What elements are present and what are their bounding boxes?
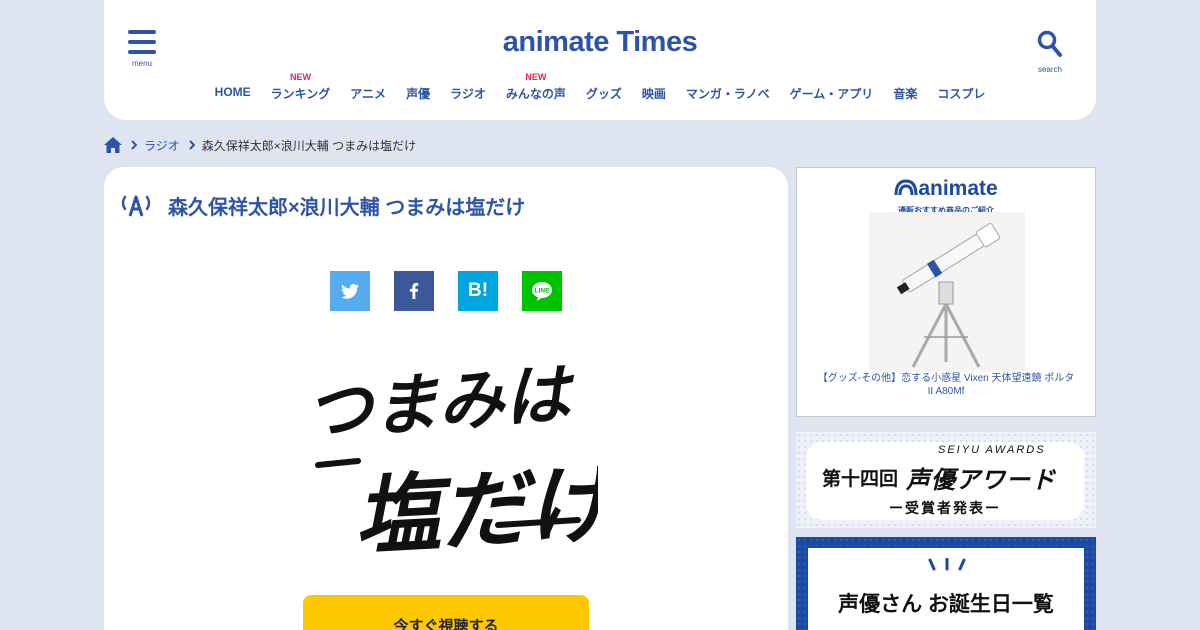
nav-item-radio[interactable]: ラジオ: [440, 72, 496, 102]
animate-logo: animate: [797, 177, 1095, 201]
birthday-label: 声優さん お誕生日一覧: [838, 593, 1054, 616]
breadcrumb-current: 森久保祥太郎×浪川大輔 つまみは塩だけ: [201, 138, 417, 153]
sparkle-icon: [928, 558, 966, 571]
search-button[interactable]: search: [1034, 30, 1066, 74]
nav-label: みんなの声: [505, 87, 566, 101]
watch-now-button[interactable]: 今すぐ視聴する: [303, 595, 589, 630]
global-nav: HOME NEW ランキング アニメ 声優 ラジオ NEW みんなの声 グッズ 映画…: [104, 72, 1096, 102]
logo-text-prefix: an: [502, 26, 536, 58]
nav-item-seiyu[interactable]: 声優: [396, 72, 440, 102]
article-header: 森久保祥太郎×浪川大輔 つまみは塩だけ: [120, 191, 525, 220]
nav-item-cosplay[interactable]: コスプレ: [927, 72, 995, 102]
seiyu-awards-banner[interactable]: SEIYU AWARDS 第十四回 声優アワード ー受賞者発表ー: [796, 432, 1096, 528]
site-header: menu animate Times search HOME NEW ランキング …: [104, 0, 1096, 120]
ad-product-caption: 【グッズ-その他】恋する小惑星 Vixen 天体望遠鏡 ポルタII A80Mf: [817, 373, 1075, 397]
nav-item-goods[interactable]: グッズ: [576, 72, 632, 102]
nav-item-music[interactable]: 音楽: [883, 72, 927, 102]
seiyu-birthday-banner[interactable]: 声優さん お誕生日一覧: [796, 537, 1096, 630]
facebook-icon: [410, 283, 419, 299]
breadcrumb: ラジオ 森久保祥太郎×浪川大輔 つまみは塩だけ: [104, 135, 416, 155]
nav-label: ゲーム・アプリ: [789, 87, 874, 101]
nav-label: ラジオ: [450, 87, 486, 101]
search-icon: [1037, 30, 1062, 57]
hatena-bookmark-button[interactable]: B!: [458, 271, 498, 311]
program-logo-line1: つまみは: [304, 354, 579, 451]
nav-label: マンガ・ラノベ: [685, 87, 770, 101]
award-edition: 第十四回: [822, 469, 899, 490]
nav-label: ランキング: [270, 87, 331, 101]
nav-item-game[interactable]: ゲーム・アプリ: [780, 72, 884, 102]
nav-item-manga[interactable]: マンガ・ラノベ: [676, 72, 780, 102]
nav-label: コスプレ: [937, 87, 986, 101]
animate-shop-banner[interactable]: animate 通販おすすめ商品のご紹介 【グッズ-その他】恋する小惑星 Vix…: [796, 167, 1096, 417]
svg-text:LINE: LINE: [535, 288, 550, 295]
award-title: 声優アワード: [906, 467, 1056, 494]
line-icon: LINE: [532, 282, 552, 301]
nav-item-ranking[interactable]: NEW ランキング: [261, 72, 341, 102]
animate-mark-icon: [894, 179, 918, 196]
nav-item-anime[interactable]: アニメ: [340, 72, 396, 102]
nav-label: 音楽: [893, 87, 918, 101]
new-badge: NEW: [525, 72, 547, 82]
animate-brand-text: animate: [918, 177, 998, 200]
nav-label: グッズ: [585, 87, 622, 101]
nav-label: 映画: [641, 87, 666, 101]
share-buttons: B! LINE: [330, 271, 562, 311]
award-english-title: SEIYU AWARDS: [938, 444, 1046, 456]
article-card: 森久保祥太郎×浪川大輔 つまみは塩だけ B! LINE つまみは 塩だけ 今すぐ…: [104, 167, 788, 630]
nav-item-movie[interactable]: 映画: [632, 72, 676, 102]
nav-label: 声優: [406, 87, 431, 101]
logo-text-rest: mate Times: [543, 26, 698, 58]
twitter-icon: [341, 283, 359, 299]
nav-label: アニメ: [350, 87, 387, 101]
hatena-icon: B!: [467, 280, 489, 301]
telescope-product-image: [869, 212, 1025, 372]
birthday-card: 声優さん お誕生日一覧: [806, 546, 1086, 630]
program-logo-line2: 塩だけ: [352, 453, 598, 568]
award-card: SEIYU AWARDS 第十四回 声優アワード ー受賞者発表ー: [806, 442, 1084, 520]
breadcrumb-radio-link[interactable]: ラジオ: [144, 137, 180, 154]
radio-antenna-icon: [121, 195, 151, 216]
program-logo-image: つまみは 塩だけ: [304, 354, 598, 568]
site-logo[interactable]: animate Times: [104, 26, 1096, 59]
article-title: 森久保祥太郎×浪川大輔 つまみは塩だけ: [168, 197, 526, 219]
facebook-share-button[interactable]: [394, 271, 434, 311]
menu-label: menu: [131, 59, 152, 68]
home-icon[interactable]: [104, 137, 122, 153]
nav-label: HOME: [214, 85, 251, 99]
nav-item-home[interactable]: HOME: [205, 72, 261, 102]
nav-item-minna-no-koe[interactable]: NEW みんなの声: [496, 72, 576, 102]
line-share-button[interactable]: LINE: [522, 271, 562, 311]
twitter-share-button[interactable]: [330, 271, 370, 311]
chevron-right-icon: [131, 140, 137, 150]
award-subtitle: ー受賞者発表ー: [889, 500, 1001, 516]
chevron-right-icon: [189, 140, 195, 150]
new-badge: NEW: [289, 72, 311, 82]
